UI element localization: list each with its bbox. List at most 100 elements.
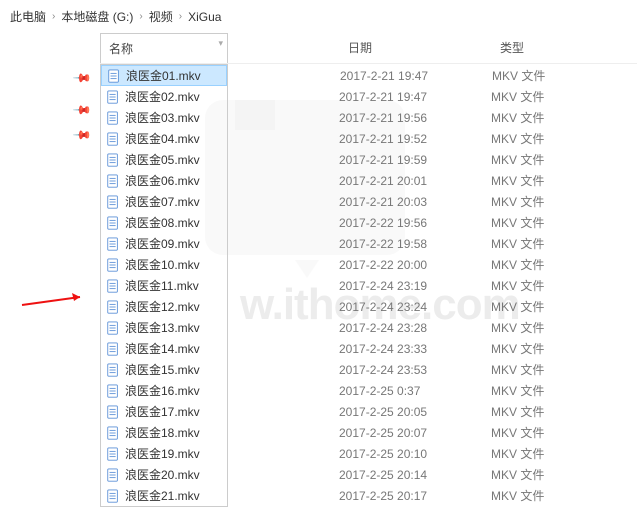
file-type: MKV 文件 [491,424,544,441]
file-type: MKV 文件 [491,403,544,420]
file-date: 2017-2-25 20:07 [339,426,427,440]
file-type: MKV 文件 [491,172,544,189]
file-icon [105,383,121,399]
file-icon [105,362,121,378]
file-row[interactable]: 浪医金04.mkv2017-2-21 19:52MKV 文件 [101,128,227,149]
file-type: MKV 文件 [491,109,544,126]
breadcrumb-item[interactable]: 此电脑 [10,8,46,25]
file-type: MKV 文件 [491,340,544,357]
file-row[interactable]: 浪医金03.mkv2017-2-21 19:56MKV 文件 [101,107,227,128]
breadcrumb-item[interactable]: 视频 [149,8,173,25]
file-row[interactable]: 浪医金11.mkv2017-2-24 23:19MKV 文件 [101,275,227,296]
file-date: 2017-2-22 19:56 [339,216,427,230]
file-name: 浪医金01.mkv [126,67,201,84]
file-row[interactable]: 浪医金21.mkv2017-2-25 20:17MKV 文件 [101,485,227,506]
file-type: MKV 文件 [491,361,544,378]
file-name: 浪医金21.mkv [125,487,200,504]
file-icon [105,152,121,168]
file-row[interactable]: 浪医金08.mkv2017-2-22 19:56MKV 文件 [101,212,227,233]
file-row[interactable]: 浪医金07.mkv2017-2-21 20:03MKV 文件 [101,191,227,212]
file-row[interactable]: 浪医金13.mkv2017-2-24 23:28MKV 文件 [101,317,227,338]
file-type: MKV 文件 [491,298,544,315]
file-type: MKV 文件 [491,151,544,168]
file-date: 2017-2-21 19:56 [339,111,427,125]
file-icon [105,488,121,504]
file-icon [105,446,121,462]
column-header-type[interactable]: 类型 [492,33,532,62]
file-type: MKV 文件 [491,445,544,462]
file-icon [105,257,121,273]
file-row[interactable]: 浪医金06.mkv2017-2-21 20:01MKV 文件 [101,170,227,191]
file-name: 浪医金04.mkv [125,130,200,147]
file-name: 浪医金15.mkv [125,361,200,378]
file-icon [105,404,121,420]
breadcrumb-item[interactable]: XiGua [188,10,221,24]
file-row[interactable]: 浪医金02.mkv2017-2-21 19:47MKV 文件 [101,86,227,107]
file-row[interactable]: 浪医金12.mkv2017-2-24 23:24MKV 文件 [101,296,227,317]
file-name: 浪医金11.mkv [125,277,199,294]
file-row[interactable]: 浪医金16.mkv2017-2-25 0:37MKV 文件 [101,380,227,401]
file-name: 浪医金06.mkv [125,172,200,189]
file-name: 浪医金10.mkv [125,256,200,273]
file-type: MKV 文件 [491,214,544,231]
file-list: 浪医金01.mkv2017-2-21 19:47MKV 文件浪医金02.mkv2… [100,64,228,507]
file-date: 2017-2-22 20:00 [339,258,427,272]
chevron-right-icon: › [177,11,184,22]
file-name: 浪医金18.mkv [125,424,200,441]
column-header-name[interactable]: 名称 ▾ [100,33,228,63]
file-icon [105,89,121,105]
file-icon [105,467,121,483]
file-icon [105,236,121,252]
file-row[interactable]: 浪医金18.mkv2017-2-25 20:07MKV 文件 [101,422,227,443]
file-date: 2017-2-25 20:17 [339,489,427,503]
column-header-date[interactable]: 日期 [340,33,380,62]
file-name: 浪医金02.mkv [125,88,200,105]
file-date: 2017-2-24 23:28 [339,321,427,335]
file-icon [105,110,121,126]
file-icon [105,320,121,336]
file-row[interactable]: 浪医金20.mkv2017-2-25 20:14MKV 文件 [101,464,227,485]
file-name: 浪医金13.mkv [125,319,200,336]
file-row[interactable]: 浪医金17.mkv2017-2-25 20:05MKV 文件 [101,401,227,422]
file-type: MKV 文件 [491,319,544,336]
file-name: 浪医金20.mkv [125,466,200,483]
file-date: 2017-2-21 19:52 [339,132,427,146]
file-name: 浪医金19.mkv [125,445,200,462]
file-icon [105,131,121,147]
file-type: MKV 文件 [491,130,544,147]
file-icon [105,425,121,441]
file-row[interactable]: 浪医金05.mkv2017-2-21 19:59MKV 文件 [101,149,227,170]
file-row[interactable]: 浪医金09.mkv2017-2-22 19:58MKV 文件 [101,233,227,254]
file-date: 2017-2-21 19:47 [340,69,428,83]
file-icon [105,278,121,294]
breadcrumb-item[interactable]: 本地磁盘 (G:) [61,8,133,25]
file-icon [105,173,121,189]
file-date: 2017-2-24 23:24 [339,300,427,314]
file-date: 2017-2-25 20:14 [339,468,427,482]
file-date: 2017-2-22 19:58 [339,237,427,251]
file-name: 浪医金05.mkv [125,151,200,168]
pin-icon: 📌 [72,125,92,145]
file-name: 浪医金03.mkv [125,109,200,126]
file-type: MKV 文件 [491,235,544,252]
arrow-annotation-icon [20,293,90,313]
file-row[interactable]: 浪医金14.mkv2017-2-24 23:33MKV 文件 [101,338,227,359]
file-name: 浪医金07.mkv [125,193,200,210]
file-row[interactable]: 浪医金19.mkv2017-2-25 20:10MKV 文件 [101,443,227,464]
file-date: 2017-2-24 23:33 [339,342,427,356]
file-row[interactable]: 浪医金01.mkv2017-2-21 19:47MKV 文件 [101,65,227,86]
file-row[interactable]: 浪医金10.mkv2017-2-22 20:00MKV 文件 [101,254,227,275]
chevron-right-icon: › [137,11,144,22]
chevron-right-icon: › [50,11,57,22]
file-type: MKV 文件 [491,277,544,294]
file-icon [106,68,122,84]
file-type: MKV 文件 [491,193,544,210]
file-row[interactable]: 浪医金15.mkv2017-2-24 23:53MKV 文件 [101,359,227,380]
column-label: 名称 [109,42,133,56]
file-type: MKV 文件 [491,466,544,483]
file-date: 2017-2-21 19:47 [339,90,427,104]
file-date: 2017-2-25 0:37 [339,384,420,398]
file-name: 浪医金16.mkv [125,382,200,399]
file-date: 2017-2-21 20:01 [339,174,427,188]
breadcrumb[interactable]: 此电脑 › 本地磁盘 (G:) › 视频 › XiGua [0,0,637,33]
